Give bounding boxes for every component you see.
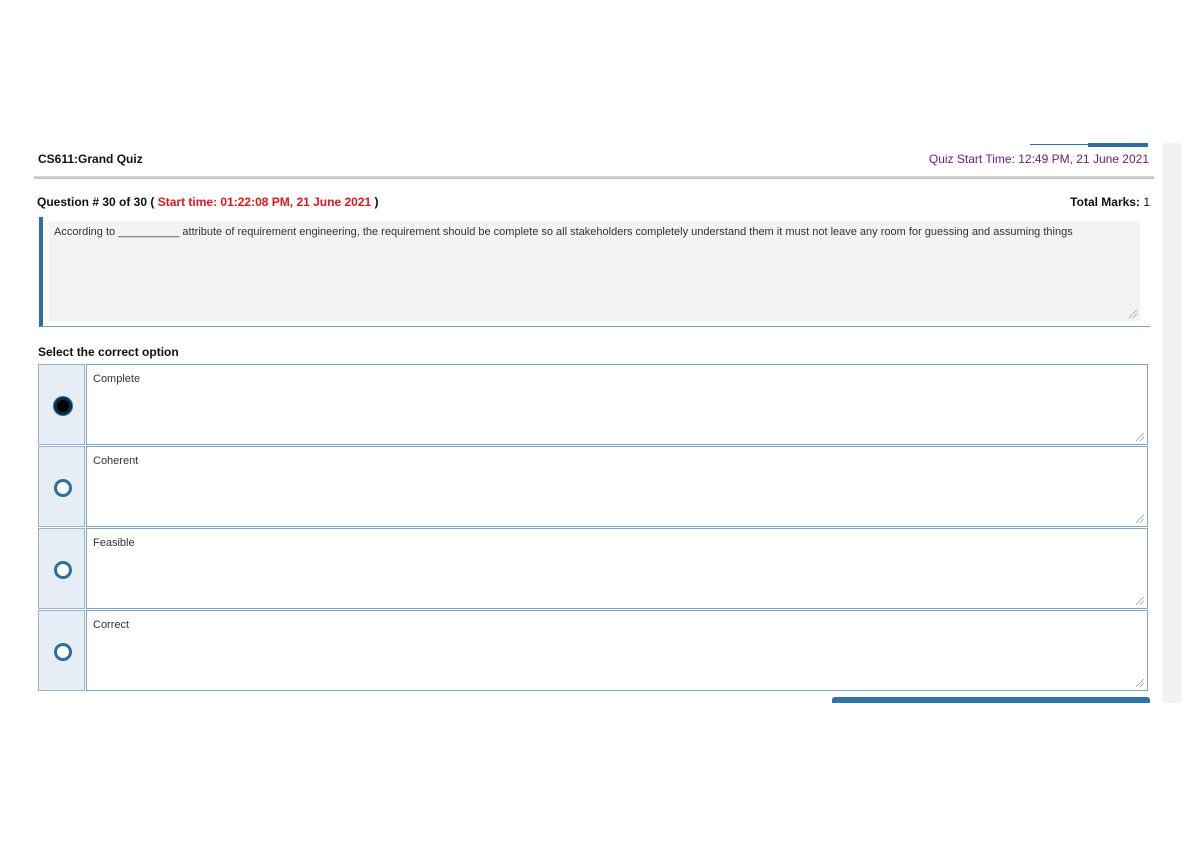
question-textarea[interactable]: According to __________ attribute of req… [49, 221, 1140, 321]
total-marks-value: 1 [1143, 195, 1150, 209]
option-label: Correct [93, 619, 130, 631]
option-textarea[interactable]: Feasible [86, 528, 1148, 609]
resize-grip-icon[interactable] [1129, 310, 1137, 318]
question-text: According to __________ attribute of req… [54, 226, 1073, 238]
radio-button[interactable] [54, 561, 72, 579]
radio-button-selected[interactable] [54, 397, 72, 415]
radio-cell[interactable] [38, 446, 85, 527]
question-box: According to __________ attribute of req… [39, 217, 1150, 327]
question-close-paren: ) [374, 195, 379, 209]
resize-grip-icon[interactable] [1136, 597, 1144, 605]
option-textarea[interactable]: Coherent [86, 446, 1148, 527]
quiz-header: CS611:Grand Quiz Quiz Start Time: 12:49 … [38, 150, 1149, 170]
quiz-start-time: Quiz Start Time: 12:49 PM, 21 June 2021 [928, 152, 1149, 166]
radio-button[interactable] [54, 479, 72, 497]
header-divider [34, 176, 1154, 179]
radio-button[interactable] [54, 643, 72, 661]
select-option-label: Select the correct option [38, 345, 179, 359]
resize-grip-icon[interactable] [1136, 433, 1144, 441]
option-row[interactable]: Coherent [38, 446, 1148, 527]
option-row[interactable]: Feasible [38, 528, 1148, 609]
question-header: Question # 30 of 30 ( Start time: 01:22:… [37, 195, 1150, 211]
option-label: Coherent [93, 455, 139, 467]
top-divider-right [1088, 143, 1148, 147]
radio-cell[interactable] [38, 364, 85, 445]
radio-cell[interactable] [38, 610, 85, 691]
option-label: Feasible [93, 537, 135, 549]
option-textarea[interactable]: Correct [86, 610, 1148, 691]
question-start-time: Start time: 01:22:08 PM, 21 June 2021 [157, 195, 372, 209]
quiz-title: CS611:Grand Quiz [38, 152, 143, 166]
total-marks: Total Marks: 1 [1070, 195, 1150, 209]
option-row[interactable]: Complete [38, 364, 1148, 445]
resize-grip-icon[interactable] [1136, 679, 1144, 687]
radio-cell[interactable] [38, 528, 85, 609]
option-textarea[interactable]: Complete [86, 364, 1148, 445]
save-next-button[interactable] [832, 697, 1150, 703]
option-row[interactable]: Correct [38, 610, 1148, 691]
page-scrollbar[interactable] [1163, 143, 1181, 703]
question-number: Question # 30 of 30 [37, 195, 148, 209]
question-open-paren: ( [150, 195, 155, 209]
resize-grip-icon[interactable] [1136, 515, 1144, 523]
quiz-page: CS611:Grand Quiz Quiz Start Time: 12:49 … [0, 0, 1200, 848]
top-divider-left [1030, 144, 1088, 145]
total-marks-label: Total Marks: [1070, 195, 1140, 209]
option-label: Complete [93, 373, 141, 385]
